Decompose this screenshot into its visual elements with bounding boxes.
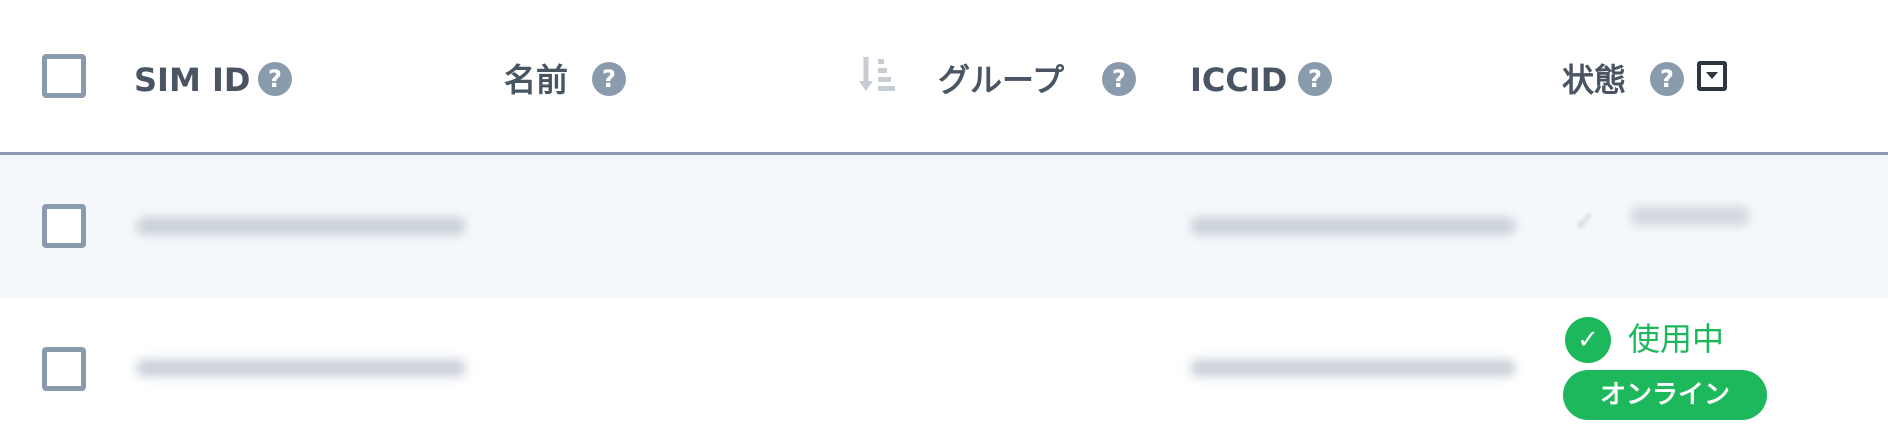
status-check-icon-blurred: ✓	[1574, 207, 1596, 237]
column-header-iccid[interactable]: ICCID	[1190, 58, 1287, 102]
select-all-checkbox[interactable]	[42, 54, 86, 98]
row-checkbox[interactable]	[42, 347, 86, 391]
status-label: 使用中	[1628, 320, 1725, 358]
iccid-redacted	[1190, 359, 1516, 377]
status-text-redacted	[1630, 206, 1750, 226]
sim-id-redacted	[136, 359, 466, 377]
column-header-sim-id[interactable]: SIM ID	[134, 58, 250, 102]
column-header-name[interactable]: 名前	[504, 58, 568, 102]
online-badge: オンライン	[1563, 370, 1767, 420]
sim-id-redacted	[136, 217, 466, 235]
check-circle-icon: ✓	[1565, 317, 1611, 363]
name-help-icon[interactable]: ?	[592, 62, 626, 96]
sim-id-help-icon[interactable]: ?	[258, 62, 292, 96]
column-header-group[interactable]: グループ	[938, 58, 1064, 102]
table-header: SIM ID ? 名前 ? グループ ? ICCID ? 状態 ?	[0, 0, 1888, 155]
group-help-icon[interactable]: ?	[1102, 62, 1136, 96]
status-help-icon[interactable]: ?	[1650, 62, 1684, 96]
row-checkbox[interactable]	[42, 204, 86, 248]
sort-desc-icon[interactable]	[858, 55, 898, 99]
iccid-redacted	[1190, 217, 1516, 235]
table-row[interactable]: ✓	[0, 155, 1888, 298]
status-filter-icon[interactable]	[1697, 61, 1727, 91]
iccid-help-icon[interactable]: ?	[1298, 62, 1332, 96]
table-row[interactable]: ✓ 使用中 オンライン	[0, 298, 1888, 440]
column-header-status[interactable]: 状態	[1562, 58, 1626, 102]
